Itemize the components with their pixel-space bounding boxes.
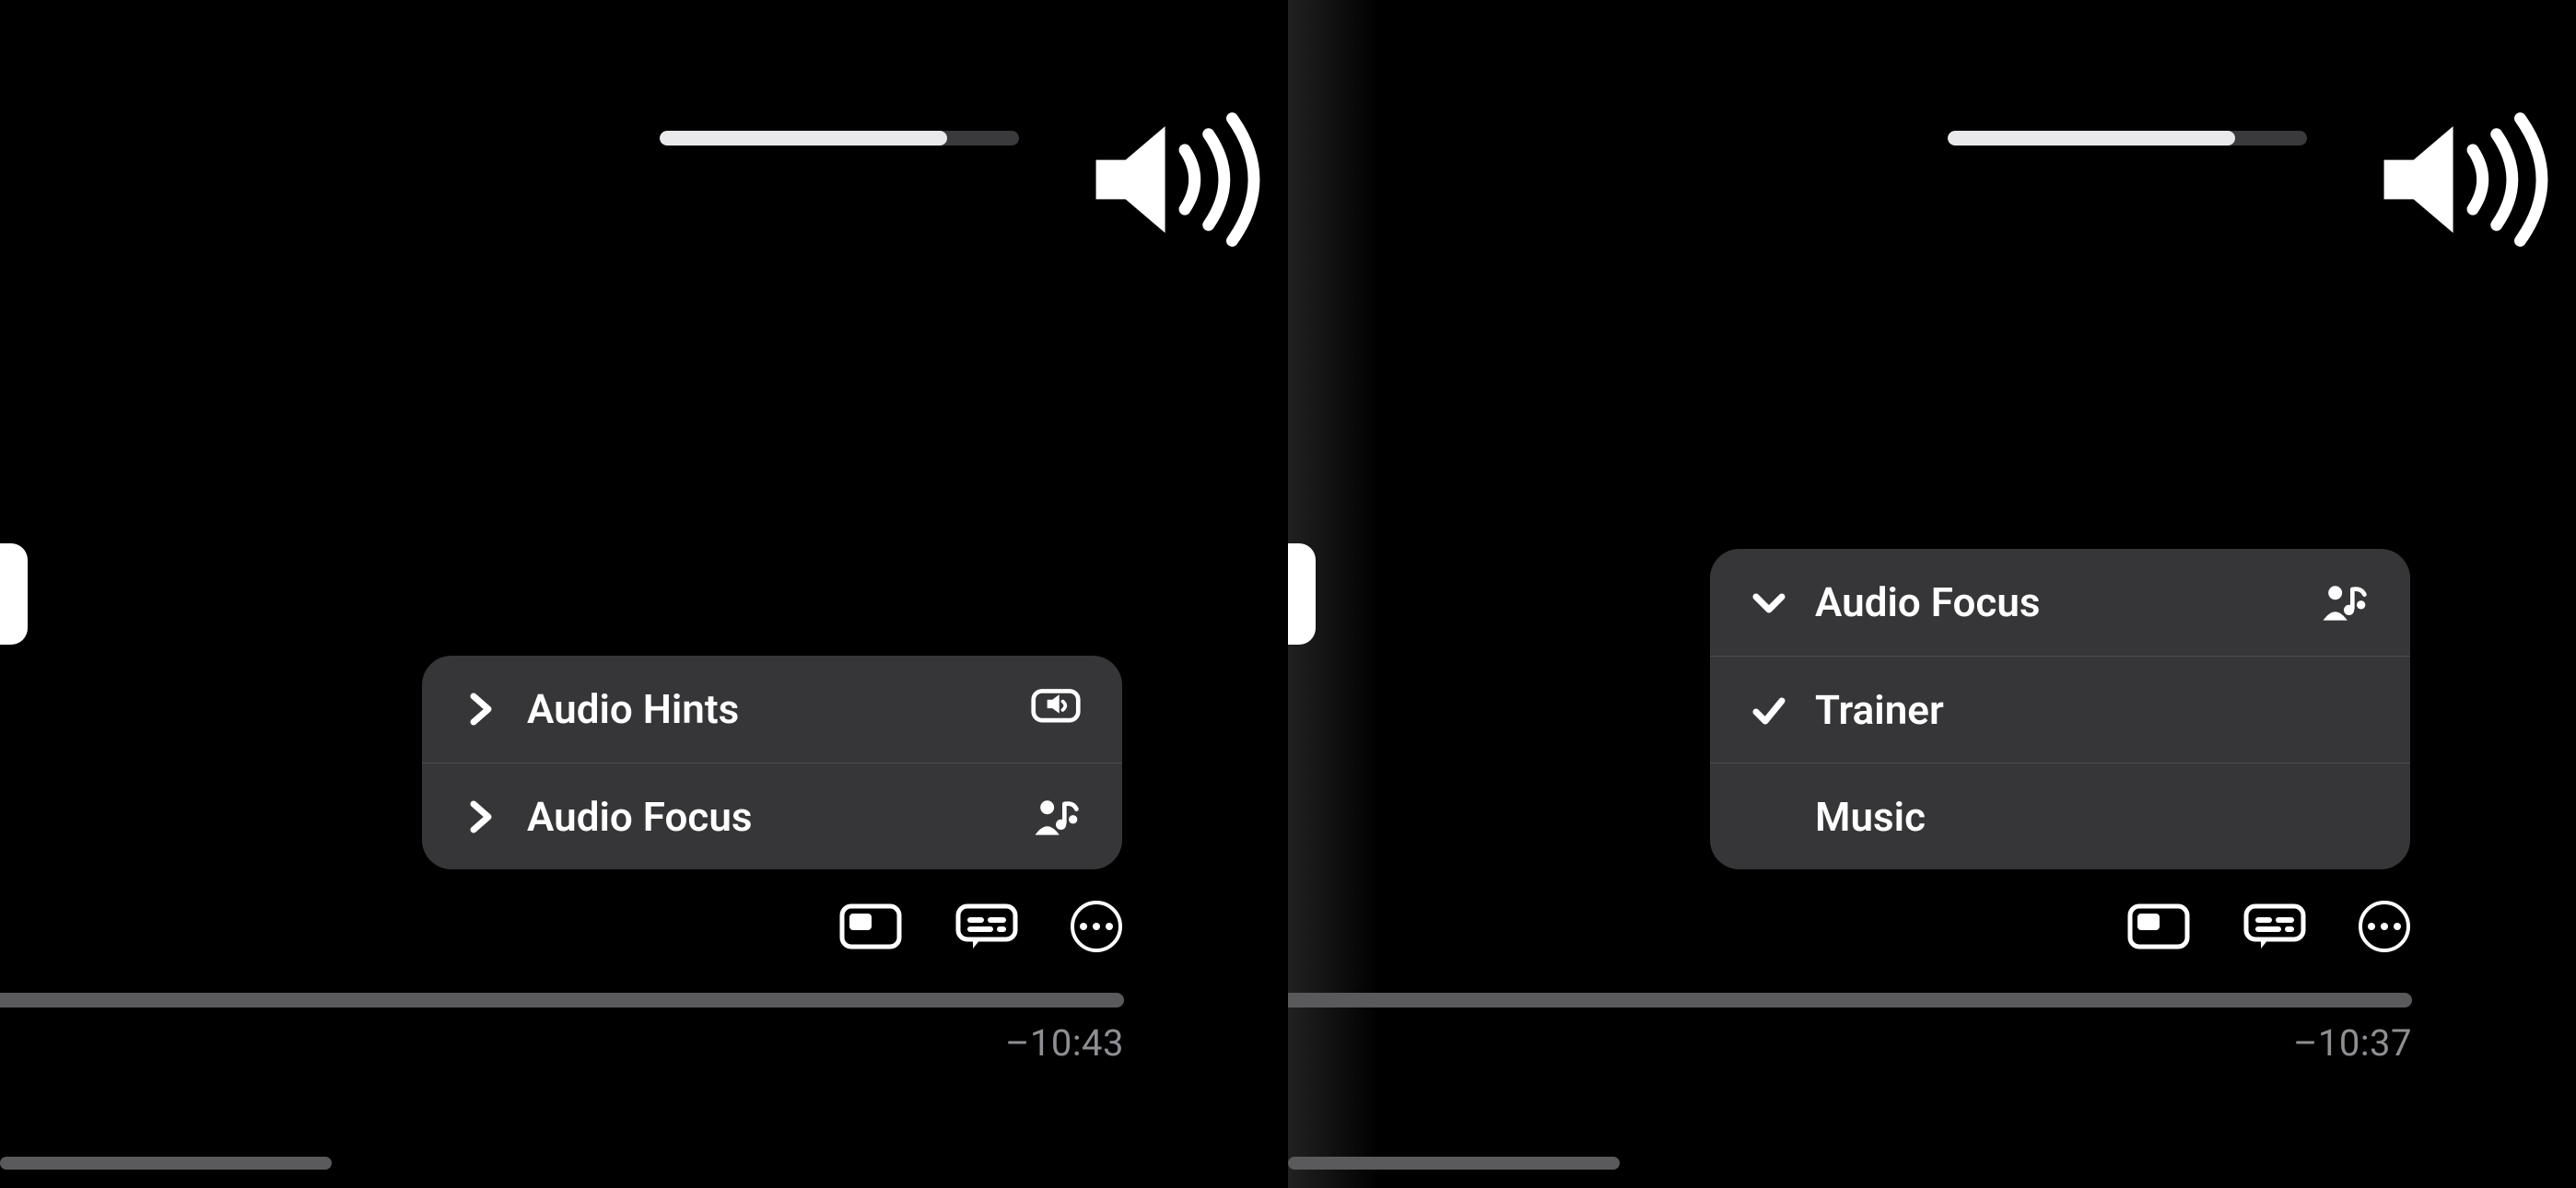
chevron-right-icon: [463, 798, 499, 835]
volume-slider[interactable]: [1948, 131, 2307, 146]
option-label: Music: [1815, 793, 2290, 841]
side-handle[interactable]: [0, 543, 28, 645]
speech-speaker-icon: [1030, 687, 1082, 731]
speaker-icon[interactable]: [2335, 111, 2410, 166]
option-label: Trainer: [1815, 686, 2290, 734]
home-indicator[interactable]: [1288, 1157, 1620, 1170]
subtitles-button[interactable]: [2242, 903, 2307, 950]
volume-slider[interactable]: [660, 131, 1019, 146]
player-toolbar: [2126, 901, 2410, 952]
player-pane-right: Audio Focus Trainer Music: [1288, 0, 2576, 1188]
chevron-right-icon: [463, 691, 499, 728]
scrubber[interactable]: [0, 993, 1124, 1007]
audio-focus-submenu: Audio Focus Trainer Music: [1710, 549, 2410, 869]
menu-item-label: Audio Hints: [527, 685, 1002, 733]
subtitles-button[interactable]: [954, 903, 1019, 950]
submenu-header-audio-focus[interactable]: Audio Focus: [1710, 549, 2410, 656]
submenu-title: Audio Focus: [1815, 578, 2290, 626]
player-pane-left: Audio Hints Audio Focus: [0, 0, 1288, 1188]
pip-button[interactable]: [838, 903, 903, 950]
time-remaining: –10:43: [1005, 1021, 1124, 1065]
more-button[interactable]: [2359, 901, 2410, 952]
option-music[interactable]: Music: [1710, 763, 2410, 869]
person-music-icon: [1030, 795, 1082, 839]
volume-control: [660, 111, 1122, 166]
menu-item-audio-focus[interactable]: Audio Focus: [422, 763, 1122, 869]
volume-control: [1948, 111, 2410, 166]
menu-item-audio-hints[interactable]: Audio Hints: [422, 656, 1122, 763]
player-toolbar: [838, 901, 1122, 952]
checkmark-icon: [1751, 692, 1787, 728]
speaker-icon[interactable]: [1047, 111, 1122, 166]
more-button[interactable]: [1071, 901, 1122, 952]
pip-button[interactable]: [2126, 903, 2191, 950]
menu-item-label: Audio Focus: [527, 793, 1002, 841]
chevron-down-icon: [1751, 584, 1787, 621]
audio-options-menu: Audio Hints Audio Focus: [422, 656, 1122, 869]
volume-fill: [660, 131, 947, 146]
home-indicator[interactable]: [0, 1157, 332, 1170]
side-handle[interactable]: [1288, 543, 1316, 645]
scrubber[interactable]: [1288, 993, 2412, 1007]
volume-fill: [1948, 131, 2235, 146]
person-music-icon: [2318, 580, 2370, 624]
time-remaining: –10:37: [2293, 1021, 2412, 1065]
option-trainer[interactable]: Trainer: [1710, 656, 2410, 763]
